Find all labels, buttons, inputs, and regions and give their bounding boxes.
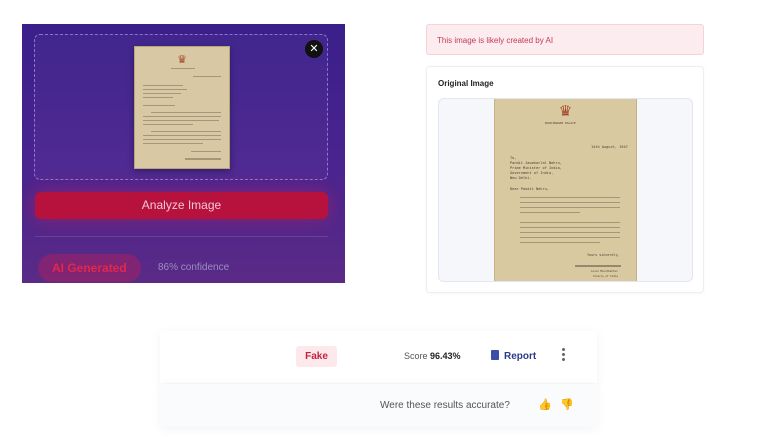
- verdict-badge: AI Generated: [38, 254, 141, 282]
- letter-sign-name: Louis Mountbatten: [591, 270, 618, 273]
- image-dropzone[interactable]: ♛ ✕: [34, 34, 328, 180]
- close-icon[interactable]: ✕: [305, 40, 323, 58]
- more-options-icon[interactable]: [562, 348, 566, 362]
- letter-to-3: Government of India,: [510, 171, 554, 175]
- divider: [35, 236, 328, 237]
- result-badge: Fake: [296, 346, 337, 367]
- letter-heading: BUCKINGHAM PALACE: [545, 121, 576, 125]
- uploaded-letter-thumbnail: ♛: [134, 46, 230, 169]
- feedback-bar: Were these results accurate? 👍 👎: [160, 384, 597, 427]
- result-bar: Fake Score 96.43% Report: [160, 331, 597, 383]
- alert-message: This image is likely created by AI: [437, 36, 554, 45]
- report-button[interactable]: Report: [491, 349, 536, 362]
- ai-alert-banner: This image is likely created by AI: [426, 24, 704, 55]
- original-image-card: Original Image ♛ BUCKINGHAM PALACE 14th …: [426, 66, 704, 293]
- letter-to-2: Prime Minister of India,: [510, 166, 562, 170]
- letter-to-1: Pandit Jawaharlal Nehru,: [510, 161, 562, 165]
- original-image-frame: ♛ BUCKINGHAM PALACE 14th August, 1947 To…: [438, 98, 693, 282]
- letter-salutation: Dear Pandit Nehru,: [510, 187, 549, 191]
- letter-date: 14th August, 1947: [591, 145, 628, 149]
- letter-to-0: To,: [510, 156, 517, 160]
- report-label: Report: [504, 351, 537, 362]
- page: ♛ ✕ Analyze Image AI Generated 86% confi…: [0, 0, 767, 437]
- feedback-question: Were these results accurate?: [380, 400, 510, 411]
- original-image-title: Original Image: [438, 79, 494, 88]
- score-label: Score: [404, 351, 428, 361]
- letter-closing: Yours sincerely,: [587, 253, 620, 257]
- letter-to-4: New Delhi.: [510, 176, 532, 180]
- thumbs-up-icon[interactable]: 👍: [538, 398, 552, 412]
- score: Score 96.43%: [404, 351, 461, 361]
- analyzer-panel: ♛ ✕ Analyze Image AI Generated 86% confi…: [22, 24, 345, 283]
- thumbs-down-icon[interactable]: 👎: [560, 398, 574, 412]
- score-value: 96.43%: [430, 351, 461, 361]
- letter-sign-title: Viceroy of India: [593, 275, 618, 278]
- crest-icon: ♛: [558, 103, 573, 120]
- crest-icon: ♛: [177, 54, 187, 66]
- letter-image: ♛ BUCKINGHAM PALACE 14th August, 1947 To…: [494, 99, 637, 281]
- confidence-text: 86% confidence: [158, 262, 230, 273]
- document-icon: [491, 350, 499, 360]
- analyze-image-button[interactable]: Analyze Image: [35, 192, 328, 219]
